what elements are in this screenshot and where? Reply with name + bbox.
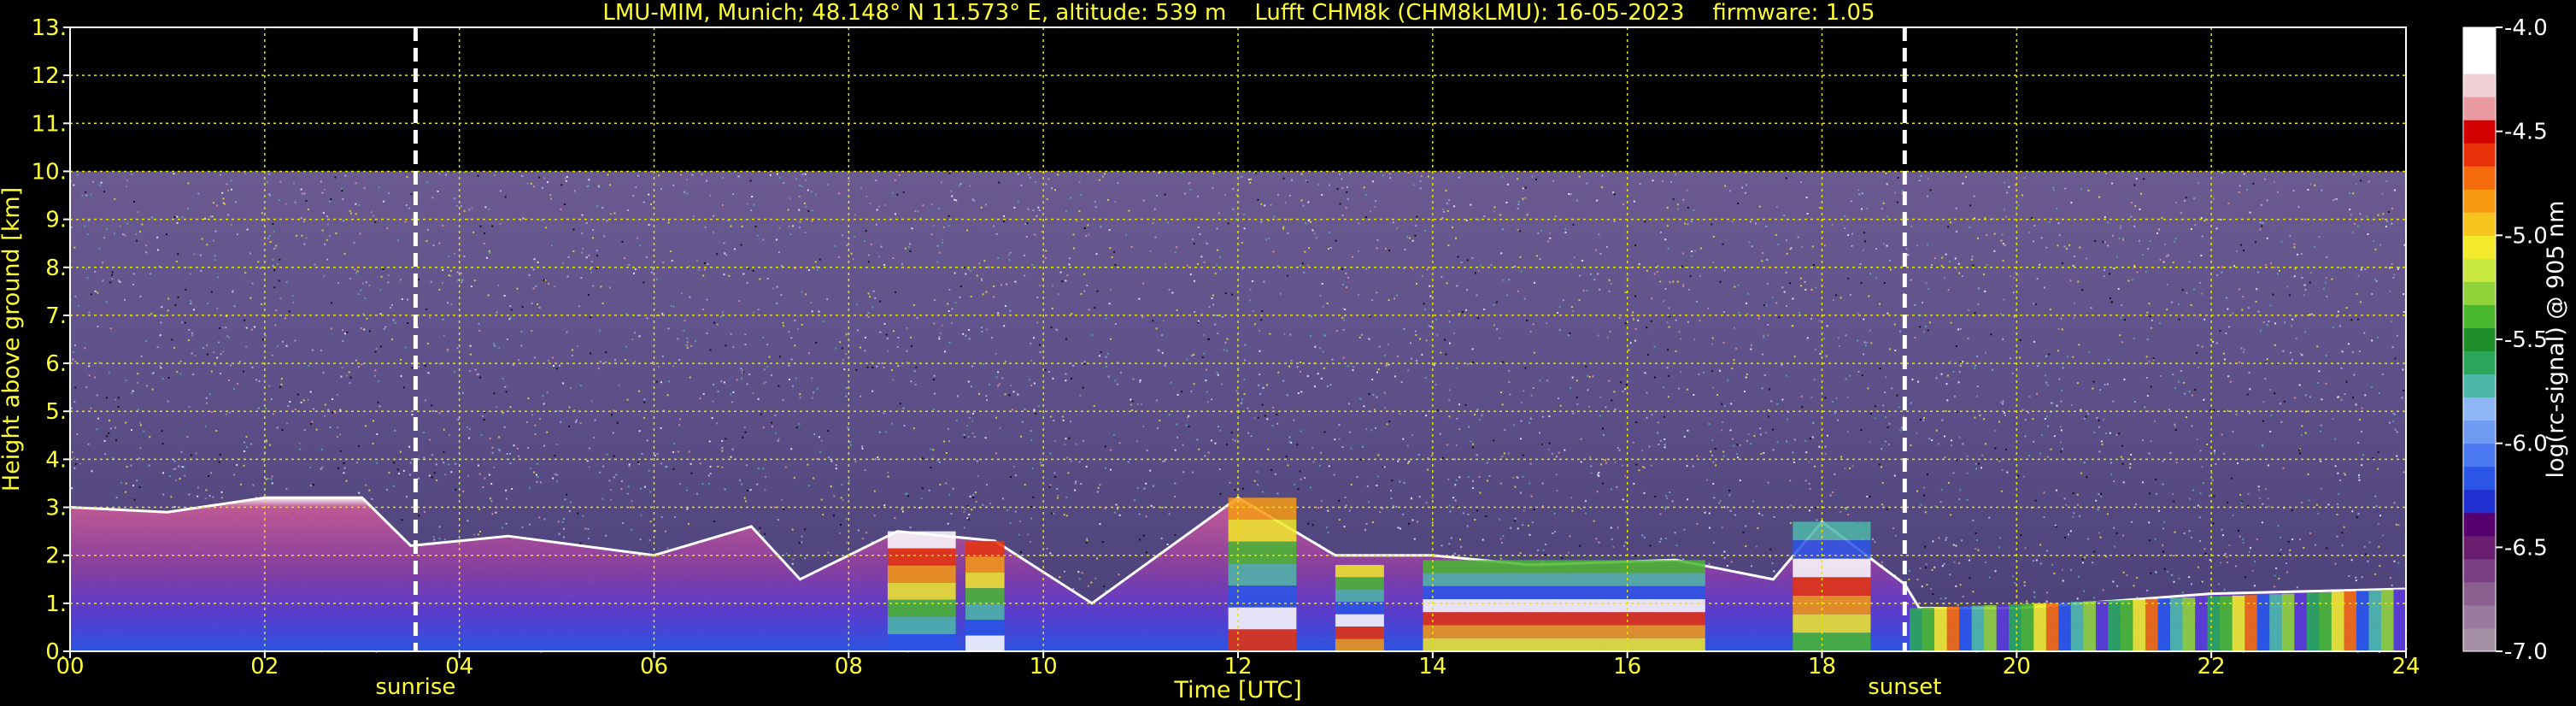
colorbar-segment — [2463, 258, 2496, 282]
colorbar-tick-label: -6.0 — [2504, 432, 2548, 457]
y-tick-label: 0. — [45, 639, 67, 665]
colorbar-segment — [2463, 512, 2496, 537]
colorbar-tick-label: -4.5 — [2504, 120, 2548, 145]
y-tick-label: 13. — [32, 15, 67, 41]
colorbar-segment — [2463, 281, 2496, 305]
x-tick-label: 24 — [2391, 654, 2420, 680]
colorbar-segment — [2463, 420, 2496, 444]
colorbar-segment — [2463, 27, 2496, 51]
colorbar-segment — [2463, 535, 2496, 560]
x-tick-label: 20 — [2003, 654, 2031, 680]
colorbar-tick-label: -7.0 — [2504, 639, 2548, 665]
colorbar-segment — [2463, 489, 2496, 514]
y-tick-label: 8. — [45, 256, 67, 281]
colorbar-segment — [2463, 397, 2496, 421]
colorbar-segment — [2463, 327, 2496, 352]
colorbar-tick-label: -4.0 — [2504, 15, 2548, 41]
x-tick-label: 02 — [250, 654, 279, 680]
aerosol-plume — [1335, 564, 1384, 651]
x-tick-label: 06 — [640, 654, 668, 680]
y-tick-label: 6. — [45, 351, 67, 377]
y-tick-label: 5. — [45, 399, 67, 425]
x-tick-label: 18 — [1808, 654, 1836, 680]
colorbar-tick-label: -6.5 — [2504, 535, 2548, 561]
colorbar-label: log(rc-signal) @ 905 nm — [2543, 201, 2569, 479]
aerosol-plume — [965, 540, 1005, 651]
x-tick-label: 12 — [1223, 654, 1252, 680]
sunrise-label: sunrise — [375, 674, 455, 700]
y-tick-label: 4. — [45, 447, 67, 473]
colorbar-segment — [2463, 120, 2496, 144]
aerosol-plume — [1228, 497, 1297, 651]
colorbar-segment — [2463, 581, 2496, 606]
y-tick-label: 3. — [45, 496, 67, 521]
ceilometer-figure: LMU-MIM, Munich; 48.148° N 11.573° E, al… — [0, 0, 2576, 706]
colorbar-segment — [2463, 350, 2496, 375]
y-tick-label: 9. — [45, 208, 67, 233]
x-axis-label: Time [UTC] — [1173, 677, 1301, 703]
colorbar-segment — [2463, 304, 2496, 328]
colorbar-segment — [2463, 97, 2496, 121]
x-tick-label: 10 — [1030, 654, 1058, 680]
colorbar-segment — [2463, 443, 2496, 468]
x-tick-label: 08 — [835, 654, 863, 680]
x-tick-label: 14 — [1418, 654, 1446, 680]
colorbar-segment — [2463, 74, 2496, 97]
y-tick-label: 1. — [45, 591, 67, 617]
colorbar-segment — [2463, 212, 2496, 236]
y-tick-label: 11. — [32, 111, 67, 137]
colorbar: -4.0 -4.5 -5.0 -5.5 -6.0 -6.5 -7.0 log(rc-signa… — [2462, 15, 2569, 665]
aerosol-plume — [1423, 560, 1705, 651]
colorbar-segment — [2463, 166, 2496, 190]
y-tick-label: 12. — [32, 63, 67, 89]
sunset-label: sunset — [1868, 674, 1941, 700]
colorbar-tick-label: -5.0 — [2504, 223, 2548, 249]
y-tick-label: 7. — [45, 303, 67, 329]
aerosol-plume — [887, 531, 956, 651]
y-tick-label: 2. — [45, 544, 67, 569]
colorbar-tick-label: -5.5 — [2504, 327, 2548, 353]
aerosol-plume — [1793, 521, 1871, 651]
colorbar-segment — [2463, 466, 2496, 491]
x-tick-label: 04 — [445, 654, 473, 680]
y-axis-label: Height above ground [km] — [0, 187, 25, 491]
plot-area — [69, 27, 2408, 653]
y-tick-label: 10. — [32, 159, 67, 185]
colorbar-segment — [2463, 374, 2496, 398]
colorbar-segment — [2463, 189, 2496, 213]
x-tick-label: 16 — [1613, 654, 1641, 680]
x-tick-label: 22 — [2198, 654, 2226, 680]
colorbar-segment — [2463, 143, 2496, 167]
colorbar-segment — [2463, 627, 2496, 652]
colorbar-segment — [2463, 50, 2496, 74]
colorbar-segment — [2463, 604, 2496, 629]
chart-svg: sunrise sunset 00 02 04 06 08 10 12 14 16 18 20 22 24… — [0, 15, 2569, 703]
colorbar-segment — [2463, 558, 2496, 583]
colorbar-segment — [2463, 235, 2496, 259]
